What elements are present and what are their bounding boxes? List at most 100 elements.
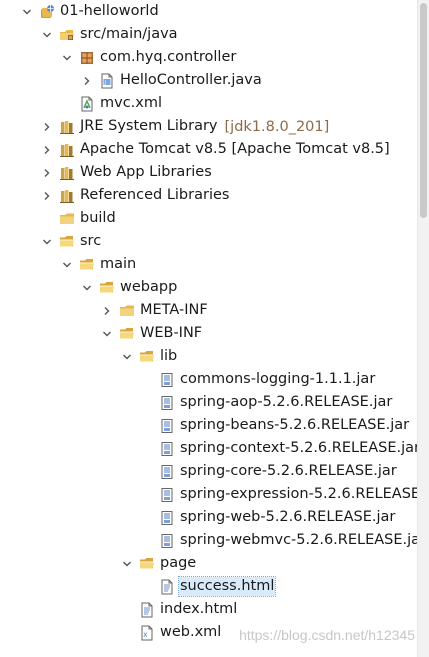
twisty-spacer (140, 483, 154, 506)
chevron-down-icon[interactable] (40, 23, 54, 46)
package-icon (79, 50, 95, 66)
open-folder-icon (99, 280, 115, 296)
open-folder-icon (139, 349, 155, 365)
twisty-spacer (60, 92, 74, 115)
source-folder-icon (59, 27, 75, 43)
spring-xml-icon (79, 96, 95, 112)
twisty-spacer (140, 368, 154, 391)
tree-item-label: JRE System Library (80, 118, 218, 134)
chevron-down-icon[interactable] (100, 322, 114, 345)
tree-item[interactable]: commons-logging-1.1.1.jar (0, 368, 418, 391)
tree-item[interactable]: Referenced Libraries (0, 184, 418, 207)
library-icon (59, 165, 75, 181)
scrollbar-thumb[interactable] (420, 3, 427, 218)
chevron-right-icon[interactable] (40, 184, 54, 207)
tree-item[interactable]: 01-helloworld (0, 0, 418, 23)
tree-item[interactable]: spring-aop-5.2.6.RELEASE.jar (0, 391, 418, 414)
watermark: https://blog.csdn.net/h12345 (239, 627, 415, 643)
tree-item[interactable]: src (0, 230, 418, 253)
xml-file-icon: X (139, 625, 155, 641)
folder-icon (119, 303, 135, 319)
project-explorer-tree: 01-helloworld src/main/java com.hyq.contro… (0, 0, 418, 657)
tree-item[interactable]: main (0, 253, 418, 276)
tree-item[interactable]: META-INF (0, 299, 418, 322)
tree-item-label: spring-webmvc-5.2.6.RELEASE.jar (180, 532, 418, 548)
tree-item[interactable]: src/main/java (0, 23, 418, 46)
tree-item-label: spring-beans-5.2.6.RELEASE.jar (180, 417, 410, 433)
tree-item-label: index.html (160, 601, 238, 617)
vertical-scrollbar[interactable] (417, 0, 429, 657)
twisty-spacer (120, 598, 134, 621)
tree-item[interactable]: success.html (0, 575, 418, 598)
open-folder-icon (79, 257, 95, 273)
svg-text:X: X (143, 632, 147, 639)
jar-icon (159, 372, 175, 388)
tree-item-label: success.html (177, 576, 277, 597)
tree-item[interactable]: com.hyq.controller (0, 46, 418, 69)
svg-text:J: J (104, 80, 106, 86)
tree-item-label: page (160, 555, 197, 571)
chevron-down-icon[interactable] (60, 253, 74, 276)
library-icon (59, 119, 75, 135)
tree-item-label: 01-helloworld (60, 3, 159, 19)
chevron-right-icon[interactable] (100, 299, 114, 322)
web-project-icon (39, 4, 55, 20)
tree-item-label: main (100, 256, 137, 272)
tree-item[interactable]: spring-web-5.2.6.RELEASE.jar (0, 506, 418, 529)
jar-icon (159, 418, 175, 434)
tree-item-label: spring-core-5.2.6.RELEASE.jar (180, 463, 397, 479)
tree-item[interactable]: JRE System Library [jdk1.8.0_201] (0, 115, 418, 138)
twisty-spacer (140, 529, 154, 552)
tree-item[interactable]: webapp (0, 276, 418, 299)
tree-item-label: src (80, 233, 102, 249)
tree-item[interactable]: page (0, 552, 418, 575)
chevron-down-icon[interactable] (40, 230, 54, 253)
html-file-icon (159, 579, 175, 595)
chevron-down-icon[interactable] (80, 276, 94, 299)
chevron-down-icon[interactable] (20, 0, 34, 23)
tree-item-label: META-INF (140, 302, 208, 318)
chevron-right-icon[interactable] (40, 115, 54, 138)
tree-item[interactable]: spring-webmvc-5.2.6.RELEASE.jar (0, 529, 418, 552)
tree-item[interactable]: mvc.xml (0, 92, 418, 115)
tree-item[interactable]: Apache Tomcat v8.5 [Apache Tomcat v8.5] (0, 138, 418, 161)
tree-item[interactable]: lib (0, 345, 418, 368)
twisty-spacer (140, 506, 154, 529)
tree-item[interactable]: spring-core-5.2.6.RELEASE.jar (0, 460, 418, 483)
tree-item-label: HelloController.java (120, 72, 262, 88)
chevron-down-icon[interactable] (60, 46, 74, 69)
tree-item-label: spring-context-5.2.6.RELEASE.jar (180, 440, 418, 456)
tree-item[interactable]: index.html (0, 598, 418, 621)
open-folder-icon (59, 234, 75, 250)
jar-icon (159, 395, 175, 411)
tree-item-label: Referenced Libraries (80, 187, 230, 203)
twisty-spacer (40, 207, 54, 230)
tree-item[interactable]: build (0, 207, 418, 230)
tree-item-label: spring-aop-5.2.6.RELEASE.jar (180, 394, 393, 410)
open-folder-icon (139, 556, 155, 572)
tree-item[interactable]: J HelloController.java (0, 69, 418, 92)
tree-item-label: spring-expression-5.2.6.RELEASE.jar (180, 486, 418, 502)
jar-icon (159, 487, 175, 503)
tree-item-label: com.hyq.controller (100, 49, 237, 65)
open-folder-icon (119, 326, 135, 342)
chevron-right-icon[interactable] (40, 138, 54, 161)
chevron-down-icon[interactable] (120, 345, 134, 368)
tree-item-label: WEB-INF (140, 325, 203, 341)
tree-item[interactable]: spring-context-5.2.6.RELEASE.jar (0, 437, 418, 460)
twisty-spacer (140, 460, 154, 483)
tree-item[interactable]: Web App Libraries (0, 161, 418, 184)
tree-item-label: mvc.xml (100, 95, 163, 111)
tree-item[interactable]: spring-expression-5.2.6.RELEASE.jar (0, 483, 418, 506)
tree-item-label: build (80, 210, 116, 226)
jar-icon (159, 533, 175, 549)
tree-item-label: commons-logging-1.1.1.jar (180, 371, 376, 387)
tree-item[interactable]: spring-beans-5.2.6.RELEASE.jar (0, 414, 418, 437)
tree-item[interactable]: WEB-INF (0, 322, 418, 345)
tree-item-label: webapp (120, 279, 178, 295)
tree-item-label: Web App Libraries (80, 164, 212, 180)
chevron-down-icon[interactable] (120, 552, 134, 575)
twisty-spacer (140, 575, 154, 598)
chevron-right-icon[interactable] (80, 69, 94, 92)
chevron-right-icon[interactable] (40, 161, 54, 184)
